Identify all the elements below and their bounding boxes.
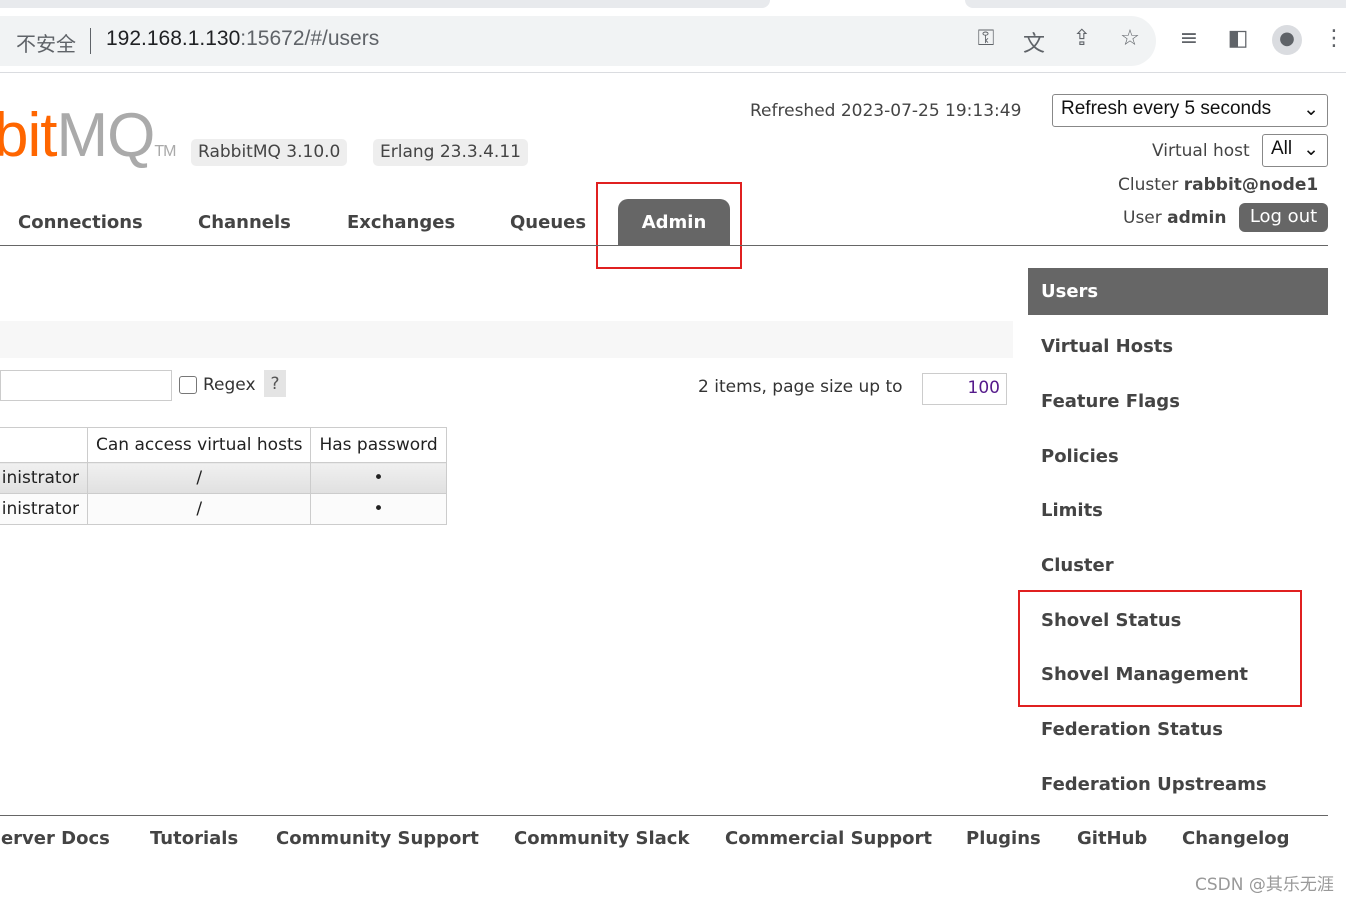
tab-connections[interactable]: Connections	[18, 212, 143, 233]
filter-input[interactable]	[0, 370, 172, 401]
chevron-down-icon: ⌄	[1303, 99, 1319, 120]
more-icon[interactable]: ⋮	[1321, 26, 1346, 51]
items-count: 2 items, page size up to	[698, 377, 903, 397]
col-tags: s	[0, 427, 88, 463]
rabbitmq-logo[interactable]: bitMQTM	[0, 100, 176, 171]
footer-link-changelog[interactable]: Changelog	[1182, 828, 1290, 849]
refreshed-time: Refreshed 2023-07-25 19:13:49	[750, 101, 1022, 121]
logout-button[interactable]: Log out	[1239, 203, 1328, 232]
erlang-badge: Erlang 23.3.4.11	[373, 139, 528, 166]
security-indicator[interactable]: 不安全	[16, 28, 76, 57]
vhost-select[interactable]: All ⌄	[1262, 134, 1328, 167]
sidebar-item-users[interactable]: Users	[1028, 268, 1328, 315]
tab-queues[interactable]: Queues	[510, 212, 586, 233]
url-text[interactable]: 192.168.1.130:15672/#/users	[106, 27, 379, 51]
star-icon[interactable]: ☆	[1117, 26, 1143, 51]
regex-help[interactable]: ?	[264, 370, 286, 397]
footer-link-plugins[interactable]: Plugins	[966, 828, 1041, 849]
user-info: User admin	[1123, 208, 1227, 228]
key-icon[interactable]: ⚿	[973, 26, 999, 51]
cluster-info: Cluster rabbit@node1	[1118, 175, 1319, 195]
sidebar-item-virtual-hosts[interactable]: Virtual Hosts	[1041, 336, 1173, 357]
sidebar-item-feature-flags[interactable]: Feature Flags	[1041, 391, 1180, 412]
highlight-box-shovel	[1018, 590, 1302, 707]
sidebar-item-policies[interactable]: Policies	[1041, 446, 1119, 467]
chevron-down-icon: ⌄	[1303, 139, 1319, 160]
col-vhosts: Can access virtual hosts	[86, 427, 312, 463]
translate-icon[interactable]: 文	[1021, 26, 1047, 58]
footer-link-github[interactable]: GitHub	[1077, 828, 1147, 849]
refresh-select[interactable]: Refresh every 5 seconds ⌄	[1052, 94, 1328, 127]
browser-tab-strip	[0, 0, 1346, 14]
section-header[interactable]	[0, 321, 1013, 358]
table-row[interactable]: inistrator / •	[0, 462, 447, 494]
table-header: sCan access virtual hostsHas password	[0, 427, 447, 463]
footer-link-tutorials[interactable]: Tutorials	[150, 828, 238, 849]
tab-channels[interactable]: Channels	[198, 212, 291, 233]
sidebar-item-federation-upstreams[interactable]: Federation Upstreams	[1041, 774, 1267, 795]
watermark: CSDN @其乐无涯	[1195, 875, 1334, 895]
reading-list-icon[interactable]: ≡	[1176, 26, 1202, 51]
side-panel-icon[interactable]: ◧	[1225, 26, 1251, 51]
profile-icon[interactable]: ●	[1272, 25, 1302, 55]
highlight-box-admin	[596, 182, 742, 269]
footer-link-community-support[interactable]: Community Support	[276, 828, 479, 849]
sidebar-item-federation-status[interactable]: Federation Status	[1041, 719, 1223, 740]
regex-label: Regex	[203, 375, 256, 395]
share-icon[interactable]: ⇪	[1069, 26, 1095, 51]
footer-link-commercial-support[interactable]: Commercial Support	[725, 828, 932, 849]
page-size-input[interactable]: 100	[922, 373, 1007, 405]
sidebar-item-cluster[interactable]: Cluster	[1041, 555, 1114, 576]
table-row[interactable]: inistrator / •	[0, 493, 447, 525]
footer-link-community-slack[interactable]: Community Slack	[514, 828, 689, 849]
vhost-label: Virtual host	[1152, 141, 1250, 161]
col-password: Has password	[310, 427, 447, 463]
footer-link-server-docs[interactable]: Server Docs	[0, 828, 110, 849]
sidebar-item-limits[interactable]: Limits	[1041, 500, 1103, 521]
users-table: sCan access virtual hostsHas password in…	[0, 427, 447, 525]
version-badge: RabbitMQ 3.10.0	[191, 139, 348, 166]
regex-checkbox[interactable]	[179, 376, 197, 394]
tab-exchanges[interactable]: Exchanges	[347, 212, 455, 233]
